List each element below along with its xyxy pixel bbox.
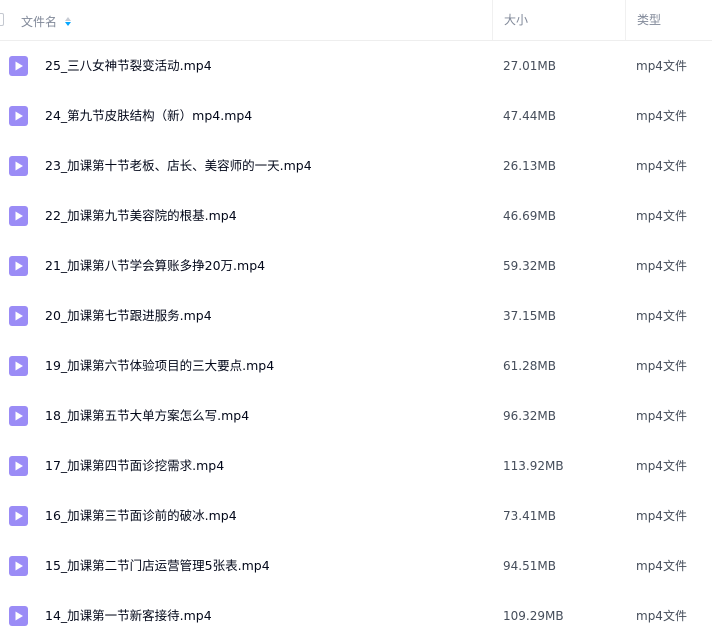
column-header-size-label: 大小 bbox=[504, 13, 529, 27]
file-row[interactable]: 16_加课第三节面诊前的破冰.mp4 73.41MB mp4文件 bbox=[0, 491, 712, 541]
video-file-icon bbox=[9, 406, 28, 426]
file-row[interactable]: 19_加课第六节体验项目的三大要点.mp4 61.28MB mp4文件 bbox=[0, 341, 712, 391]
video-file-icon bbox=[9, 306, 28, 326]
file-size: 59.32MB bbox=[503, 259, 556, 273]
column-header-name-label: 文件名 bbox=[21, 15, 58, 29]
file-type: mp4文件 bbox=[636, 459, 687, 473]
file-size: 96.32MB bbox=[503, 409, 556, 423]
file-name[interactable]: 19_加课第六节体验项目的三大要点.mp4 bbox=[45, 341, 274, 391]
file-type: mp4文件 bbox=[636, 259, 687, 273]
file-size: 47.44MB bbox=[503, 109, 556, 123]
file-row[interactable]: 15_加课第二节门店运营管理5张表.mp4 94.51MB mp4文件 bbox=[0, 541, 712, 591]
file-type: mp4文件 bbox=[636, 209, 687, 223]
file-name[interactable]: 15_加课第二节门店运营管理5张表.mp4 bbox=[45, 541, 270, 591]
file-row[interactable]: 20_加课第七节跟进服务.mp4 37.15MB mp4文件 bbox=[0, 291, 712, 341]
file-list: 文件名 大小 类型 25_三八女神节裂变活动.mp4 27.01MB mp4文件… bbox=[0, 0, 712, 631]
file-type: mp4文件 bbox=[636, 309, 687, 323]
video-file-icon bbox=[9, 256, 28, 276]
file-rows: 25_三八女神节裂变活动.mp4 27.01MB mp4文件 24_第九节皮肤结… bbox=[0, 41, 712, 631]
column-header-name[interactable]: 文件名 bbox=[21, 13, 72, 30]
file-size: 46.69MB bbox=[503, 209, 556, 223]
file-size: 61.28MB bbox=[503, 359, 556, 373]
file-name[interactable]: 20_加课第七节跟进服务.mp4 bbox=[45, 291, 212, 341]
video-file-icon bbox=[9, 556, 28, 576]
file-size: 73.41MB bbox=[503, 509, 556, 523]
file-size: 27.01MB bbox=[503, 59, 556, 73]
video-file-icon bbox=[9, 356, 28, 376]
file-size: 109.29MB bbox=[503, 609, 564, 623]
file-name[interactable]: 14_加课第一节新客接待.mp4 bbox=[45, 591, 212, 631]
file-row[interactable]: 21_加课第八节学会算账多挣20万.mp4 59.32MB mp4文件 bbox=[0, 241, 712, 291]
video-file-icon bbox=[9, 56, 28, 76]
file-type: mp4文件 bbox=[636, 159, 687, 173]
file-size: 37.15MB bbox=[503, 309, 556, 323]
video-file-icon bbox=[9, 156, 28, 176]
file-row[interactable]: 24_第九节皮肤结构（新）mp4.mp4 47.44MB mp4文件 bbox=[0, 91, 712, 141]
video-file-icon bbox=[9, 506, 28, 526]
file-row[interactable]: 18_加课第五节大单方案怎么写.mp4 96.32MB mp4文件 bbox=[0, 391, 712, 441]
file-row[interactable]: 25_三八女神节裂变活动.mp4 27.01MB mp4文件 bbox=[0, 41, 712, 91]
file-row[interactable]: 17_加课第四节面诊挖需求.mp4 113.92MB mp4文件 bbox=[0, 441, 712, 491]
file-name[interactable]: 21_加课第八节学会算账多挣20万.mp4 bbox=[45, 241, 265, 291]
video-file-icon bbox=[9, 106, 28, 126]
file-row[interactable]: 14_加课第一节新客接待.mp4 109.29MB mp4文件 bbox=[0, 591, 712, 631]
file-row[interactable]: 23_加课第十节老板、店长、美容师的一天.mp4 26.13MB mp4文件 bbox=[0, 141, 712, 191]
file-name[interactable]: 24_第九节皮肤结构（新）mp4.mp4 bbox=[45, 91, 252, 141]
video-file-icon bbox=[9, 206, 28, 226]
column-header-size[interactable]: 大小 bbox=[492, 0, 528, 40]
file-type: mp4文件 bbox=[636, 609, 687, 623]
file-size: 94.51MB bbox=[503, 559, 556, 573]
sort-icon[interactable] bbox=[65, 17, 72, 26]
file-type: mp4文件 bbox=[636, 359, 687, 373]
select-all-checkbox[interactable] bbox=[0, 13, 4, 26]
file-size: 26.13MB bbox=[503, 159, 556, 173]
file-name[interactable]: 25_三八女神节裂变活动.mp4 bbox=[45, 41, 212, 91]
file-type: mp4文件 bbox=[636, 559, 687, 573]
file-type: mp4文件 bbox=[636, 109, 687, 123]
file-name[interactable]: 23_加课第十节老板、店长、美容师的一天.mp4 bbox=[45, 141, 312, 191]
file-type: mp4文件 bbox=[636, 409, 687, 423]
file-type: mp4文件 bbox=[636, 509, 687, 523]
file-size: 113.92MB bbox=[503, 459, 564, 473]
file-list-header: 文件名 大小 类型 bbox=[0, 0, 712, 41]
column-header-type-label: 类型 bbox=[637, 13, 662, 27]
file-name[interactable]: 18_加课第五节大单方案怎么写.mp4 bbox=[45, 391, 249, 441]
file-name[interactable]: 22_加课第九节美容院的根基.mp4 bbox=[45, 191, 237, 241]
file-row[interactable]: 22_加课第九节美容院的根基.mp4 46.69MB mp4文件 bbox=[0, 191, 712, 241]
file-name[interactable]: 16_加课第三节面诊前的破冰.mp4 bbox=[45, 491, 237, 541]
file-type: mp4文件 bbox=[636, 59, 687, 73]
video-file-icon bbox=[9, 606, 28, 626]
video-file-icon bbox=[9, 456, 28, 476]
column-header-type[interactable]: 类型 bbox=[625, 0, 661, 40]
file-name[interactable]: 17_加课第四节面诊挖需求.mp4 bbox=[45, 441, 224, 491]
